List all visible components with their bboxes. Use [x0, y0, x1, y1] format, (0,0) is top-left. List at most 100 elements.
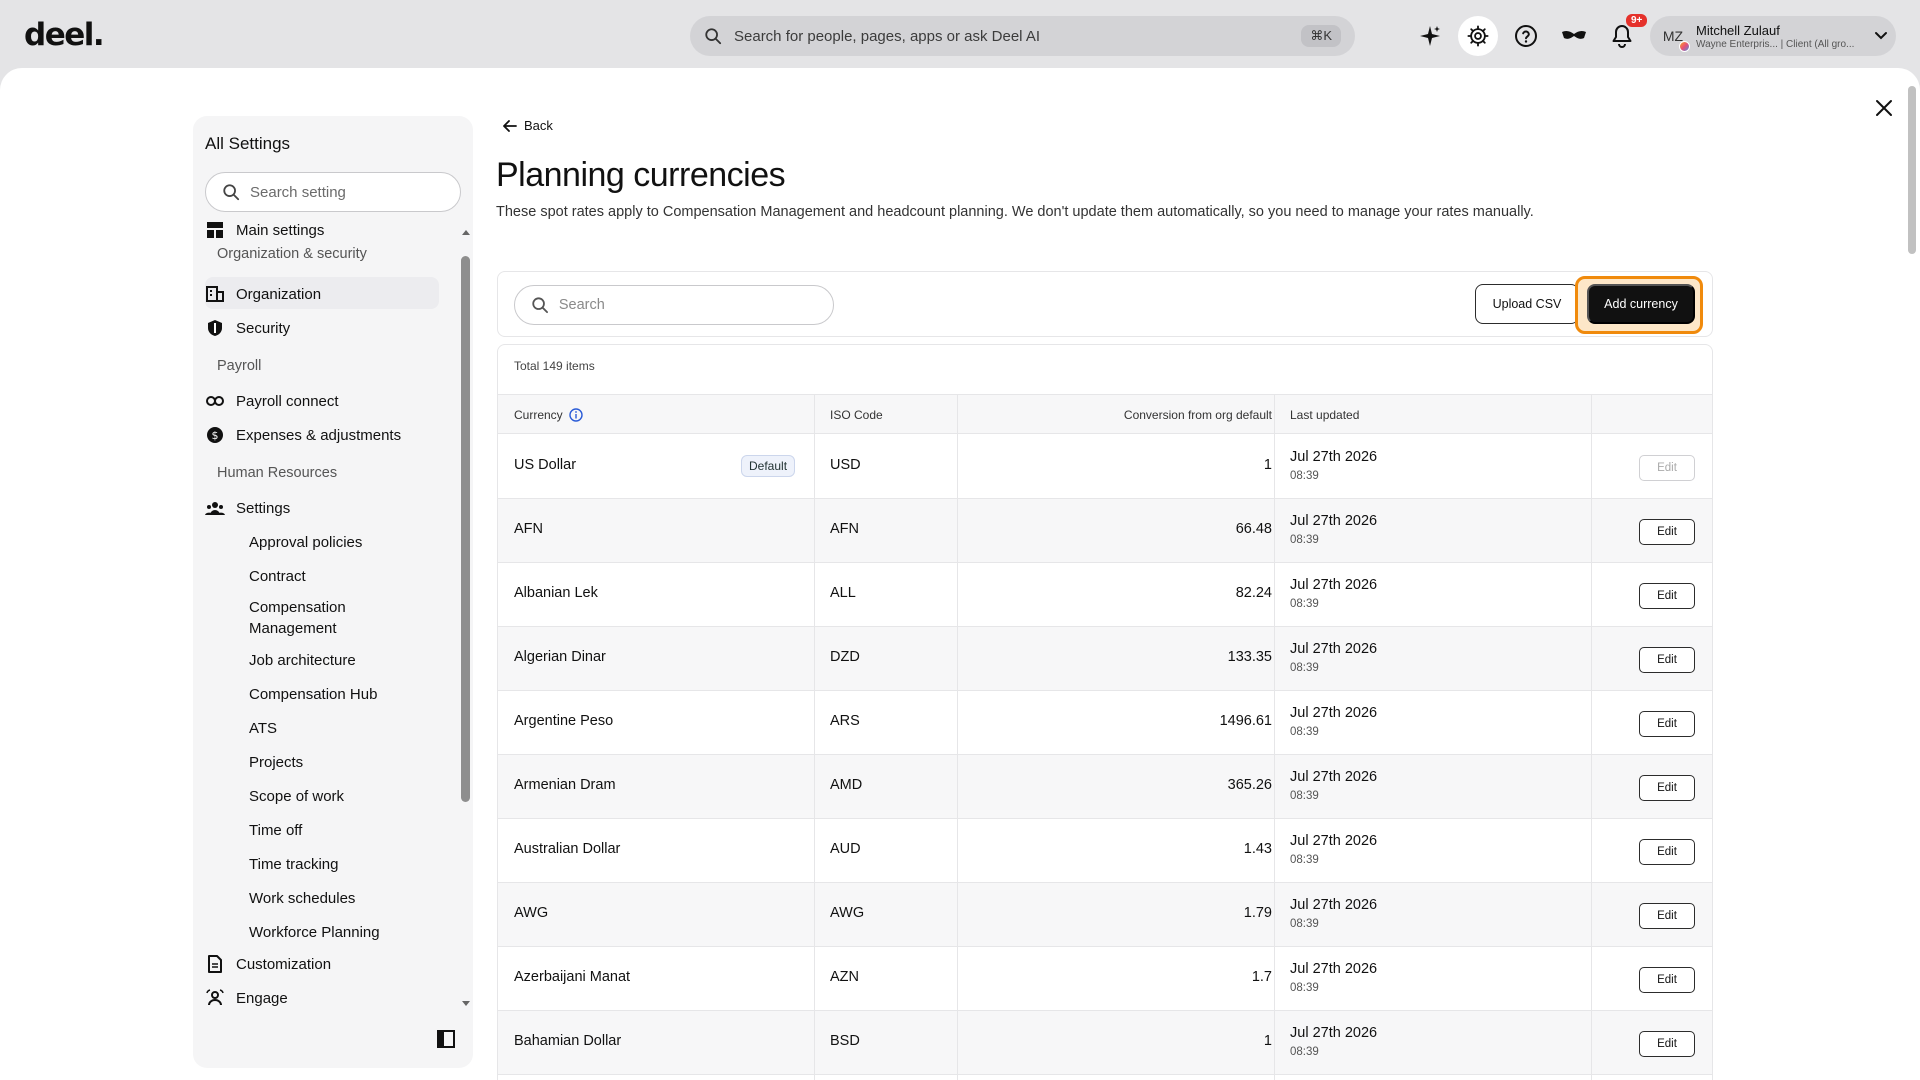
setting-search-input[interactable]	[250, 183, 440, 201]
currency-name: Bahamian Dollar	[514, 1033, 622, 1049]
header-updated: Last updated	[1290, 408, 1360, 422]
iso-code: AZN	[830, 969, 859, 985]
sidebar-subitem-time-tracking[interactable]: Time tracking	[249, 854, 338, 875]
sidebar-subitem-compensation-management[interactable]: Compensation Management	[249, 597, 399, 639]
currency-name: AFN	[514, 521, 543, 537]
column-divider	[814, 394, 815, 1080]
page-scrollbar-thumb[interactable]	[1908, 86, 1916, 254]
svg-text:$: $	[212, 429, 219, 442]
currency-table: Total 149 items Currency ISO Code Conver…	[497, 344, 1713, 1080]
search-icon	[705, 28, 722, 45]
scroll-up-arrow-icon[interactable]	[461, 228, 471, 236]
currency-name: Azerbaijani Manat	[514, 969, 631, 985]
global-search[interactable]: Search for people, pages, apps or ask De…	[690, 16, 1355, 56]
table-header: Currency ISO Code Conversion from org de…	[498, 394, 1712, 434]
sidebar-item-main-settings[interactable]: Main settings	[205, 220, 324, 240]
group-payroll: Payroll	[217, 358, 262, 374]
updated-date: Jul 27th 2026	[1290, 769, 1378, 785]
edit-button[interactable]: Edit	[1639, 903, 1695, 929]
conversion-rate: 1496.61	[1219, 713, 1272, 729]
updated-time: 08:39	[1290, 790, 1319, 802]
sidebar-subitem-scope-of-work[interactable]: Scope of work	[249, 786, 344, 807]
updated-date: Jul 27th 2026	[1290, 641, 1378, 657]
updated-date: Jul 27th 2026	[1290, 513, 1378, 529]
incognito-icon	[1562, 30, 1586, 39]
currency-search[interactable]	[514, 285, 834, 325]
sidebar-title: All Settings	[205, 134, 291, 153]
ai-sparkle-button[interactable]	[1410, 16, 1450, 56]
sidebar-item-label: Expenses & adjustments	[236, 426, 402, 444]
sidebar-item-label: Organization	[236, 285, 322, 303]
sidebar-item-label: Security	[236, 319, 291, 337]
edit-button[interactable]: Edit	[1639, 839, 1695, 865]
top-bar: deel. Search for people, pages, apps or …	[0, 0, 1920, 72]
currency-name: Australian Dollar	[514, 841, 621, 857]
dashboard-icon	[207, 222, 223, 238]
updated-date: Jul 27th 2026	[1290, 705, 1378, 721]
currency-name: Albanian Lek	[514, 585, 598, 601]
settings-button[interactable]	[1458, 16, 1498, 56]
user-menu[interactable]: MZ Mitchell Zulauf Wayne Enterpris... | …	[1650, 16, 1896, 56]
table-row: Bahamian Dollar BSD 1 Jul 27th 2026 08:39 Edi…	[498, 1011, 1712, 1075]
back-link[interactable]: Back	[503, 118, 553, 133]
incognito-button[interactable]	[1554, 16, 1594, 56]
updated-date: Jul 27th 2026	[1290, 449, 1378, 465]
edit-button[interactable]: Edit	[1639, 967, 1695, 993]
search-icon	[532, 297, 548, 314]
sidebar-item-customization[interactable]: Customization	[205, 954, 331, 974]
sidebar-subitem-approval-policies[interactable]: Approval policies	[249, 532, 362, 553]
updated-time: 08:39	[1290, 534, 1319, 546]
gear-icon	[1467, 25, 1489, 47]
info-icon[interactable]	[568, 408, 583, 422]
sidebar-scrollbar-thumb[interactable]	[461, 256, 470, 802]
edit-button[interactable]: Edit	[1639, 519, 1695, 545]
shield-icon	[208, 320, 222, 336]
document-icon	[208, 955, 222, 973]
sidebar-subitem-time-off[interactable]: Time off	[249, 820, 302, 841]
sidebar-item-label: Main settings	[236, 221, 325, 239]
sidebar-subitem-contract[interactable]: Contract	[249, 566, 306, 587]
setting-search[interactable]	[205, 172, 461, 212]
deel-logo[interactable]: deel.	[24, 17, 105, 53]
sidebar-item-security[interactable]: Security	[205, 318, 290, 338]
sidebar-item-settings[interactable]: Settings	[205, 498, 290, 518]
sidebar-subitem-work-schedules[interactable]: Work schedules	[249, 888, 355, 909]
sidebar-item-payroll-connect[interactable]: Payroll connect	[205, 391, 339, 411]
sidebar-item-engage[interactable]: Engage	[205, 988, 288, 1008]
updated-time: 08:39	[1290, 470, 1319, 482]
edit-button[interactable]: Edit	[1639, 1031, 1695, 1057]
collapse-sidebar-icon[interactable]	[436, 1029, 456, 1049]
edit-button[interactable]: Edit	[1639, 583, 1695, 609]
settings-sidebar: All Settings Main settings Organization …	[193, 116, 473, 1068]
iso-code: ALL	[830, 585, 856, 601]
add-currency-button[interactable]: Add currency	[1587, 284, 1695, 324]
sidebar-subitem-projects[interactable]: Projects	[249, 752, 303, 773]
close-button[interactable]	[1870, 94, 1898, 122]
edit-button[interactable]: Edit	[1639, 775, 1695, 801]
sidebar-subitem-job-architecture[interactable]: Job architecture	[249, 650, 356, 671]
currency-search-input[interactable]	[558, 297, 817, 313]
help-button[interactable]	[1506, 16, 1546, 56]
sidebar-item-organization[interactable]: Organization	[205, 284, 321, 304]
sparkle-icon	[1420, 26, 1440, 46]
group-org-security: Organization & security	[217, 246, 367, 262]
help-icon	[1515, 25, 1537, 47]
sidebar-item-label: Engage	[236, 989, 288, 1007]
currency-name: US Dollar	[514, 457, 577, 473]
page-title: Planning currencies	[496, 156, 786, 194]
scroll-down-arrow-icon[interactable]	[461, 1000, 471, 1008]
user-name: Mitchell Zulauf	[1696, 22, 1780, 38]
sidebar-subitem-compensation-hub[interactable]: Compensation Hub	[249, 684, 377, 705]
sidebar-subitem-workforce-planning[interactable]: Workforce Planning	[249, 922, 380, 943]
edit-button[interactable]: Edit	[1639, 711, 1695, 737]
conversion-rate: 66.48	[1235, 521, 1272, 537]
upload-csv-button[interactable]: Upload CSV	[1475, 284, 1579, 324]
sidebar-subitem-ats[interactable]: ATS	[249, 718, 277, 739]
column-divider	[957, 394, 958, 1080]
sidebar-item-expenses[interactable]: $ Expenses & adjustments	[205, 425, 401, 445]
people-icon	[205, 502, 225, 515]
edit-button[interactable]: Edit	[1639, 455, 1695, 481]
table-row: US Dollar Default USD 1 Jul 27th 2026 08:39 Ed…	[498, 435, 1712, 499]
edit-button[interactable]: Edit	[1639, 647, 1695, 673]
updated-time: 08:39	[1290, 1046, 1319, 1058]
